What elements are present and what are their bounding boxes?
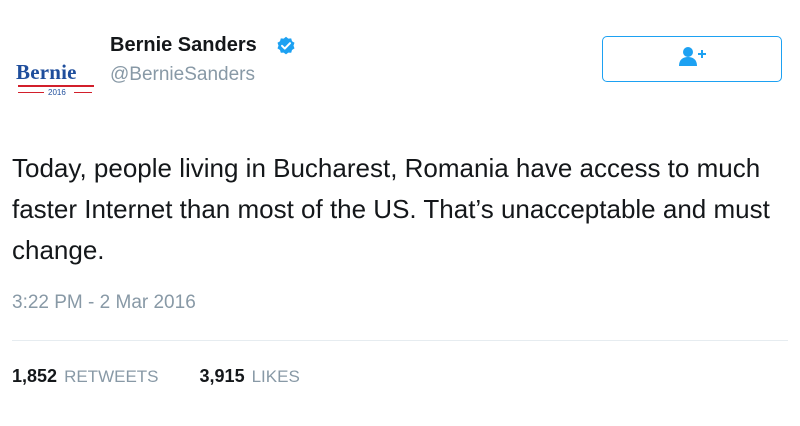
tweet-card: Bernie 2016 Bernie Sanders @BernieSander… — [0, 0, 800, 426]
retweets-count: 1,852 — [12, 366, 58, 386]
author-handle[interactable]: @BernieSanders — [110, 64, 255, 86]
retweets-label: RETWEETS — [64, 367, 159, 386]
retweets-stat[interactable]: 1,852 RETWEETS — [12, 366, 159, 387]
avatar-logo-underline — [18, 85, 94, 87]
verified-badge-icon — [276, 36, 296, 56]
tweet-text: Today, people living in Bucharest, Roman… — [12, 153, 770, 265]
follow-button[interactable] — [602, 36, 782, 82]
likes-label: LIKES — [251, 367, 300, 386]
avatar-logo-stripe-right — [74, 92, 92, 93]
avatar[interactable]: Bernie 2016 — [12, 52, 98, 106]
avatar-logo-text: Bernie — [16, 60, 77, 84]
avatar-logo-year: 2016 — [48, 88, 66, 97]
author-name[interactable]: Bernie Sanders — [110, 34, 257, 57]
divider — [12, 340, 788, 341]
tweet-stats: 1,852 RETWEETS 3,915 LIKES — [12, 366, 336, 387]
avatar-logo-stripe-left — [18, 92, 44, 93]
likes-stat[interactable]: 3,915 LIKES — [200, 366, 300, 387]
follow-user-plus-icon — [677, 45, 707, 74]
tweet-timestamp[interactable]: 3:22 PM - 2 Mar 2016 — [12, 292, 196, 314]
likes-count: 3,915 — [199, 366, 245, 386]
